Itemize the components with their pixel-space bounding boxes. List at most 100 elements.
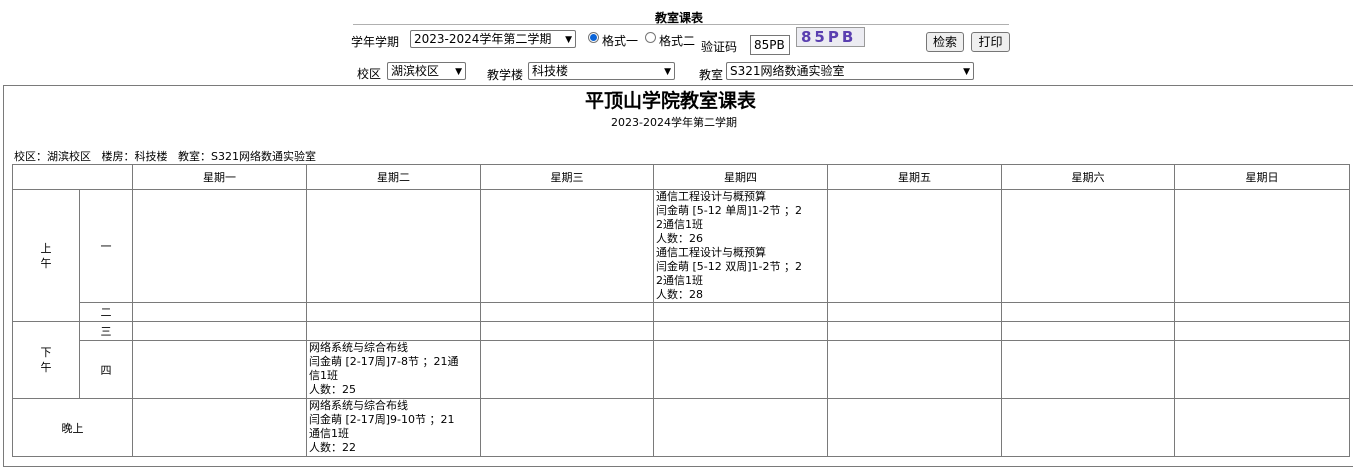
evening-label: 晚上 (12, 398, 133, 457)
schedule-cell (132, 189, 307, 303)
schedule-cell: 网络系统与综合布线 闫金萌 [2-17周]7-8节 ；21通 信1班 人数：25 (306, 340, 481, 399)
day-header: 星期四 (653, 164, 828, 190)
building-select-value: 科技楼 (532, 64, 569, 78)
course-class: 通信1班 (309, 427, 349, 440)
schedule-cell (480, 398, 654, 457)
course-detail: 闫金萌 [2-17周]9-10节 ；21 (309, 413, 455, 426)
campus-select-value: 湖滨校区 (391, 64, 440, 78)
day-header: 星期六 (1001, 164, 1175, 190)
schedule-cell (1174, 321, 1350, 341)
schedule-cell (132, 302, 307, 322)
course-count: 人数：28 (656, 288, 703, 301)
corner-cell (12, 164, 133, 190)
day-header: 星期五 (827, 164, 1002, 190)
room-select[interactable]: S321网络数通实验室 ▼ (726, 62, 974, 80)
table-row: 下午 三 (12, 321, 1350, 399)
course-entry: 网络系统与综合布线 闫金萌 [2-17周]7-8节 ；21通 信1班 人数：25 (309, 342, 480, 398)
course-class: 2通信1班 (656, 274, 703, 287)
course-count: 人数：25 (309, 383, 356, 396)
captcha-image-text: 85PB (801, 28, 857, 46)
report-info: 校区：湖滨校区 楼房：科技楼 教室：S321网络数通实验室 (14, 150, 316, 163)
schedule-cell (132, 340, 307, 399)
schedule-cell (306, 321, 481, 341)
schedule-cell (653, 321, 828, 341)
schedule-cell (1174, 189, 1350, 303)
course-detail: 闫金萌 [5-12 双周]1-2节 ；2 (656, 260, 803, 273)
schedule-cell (653, 340, 828, 399)
schedule-cell (1001, 302, 1175, 322)
room-label: 教室 (699, 68, 724, 82)
course-name: 通信工程设计与概预算 (656, 246, 766, 259)
day-header: 星期一 (132, 164, 307, 190)
schedule-cell (1001, 189, 1175, 303)
course-name: 通信工程设计与概预算 (656, 190, 766, 204)
course-class: 信1班 (309, 369, 338, 382)
building-label: 教学楼 (487, 68, 524, 82)
chevron-down-icon: ▼ (455, 67, 462, 77)
schedule-table: 星期一 星期二 星期三 星期四 星期五 星期六 星期日 上午 一 通信工程设计与… (12, 164, 1350, 457)
schedule-cell (480, 340, 654, 399)
report-title: 平顶山学院教室课表 (585, 90, 757, 112)
campus-select[interactable]: 湖滨校区 ▼ (387, 62, 466, 80)
morning-label: 上午 (12, 189, 80, 322)
period-label: 二 (79, 302, 133, 322)
schedule-cell (306, 189, 481, 303)
chevron-down-icon: ▼ (664, 67, 671, 77)
schedule-cell (480, 302, 654, 322)
term-select[interactable]: 2023-2024学年第二学期 ▼ (410, 30, 576, 48)
format1-label: 格式一 (602, 34, 639, 48)
table-row: 晚上 网络系统与综合布线 闫金萌 [2-17周]9-10节 ；21 通信1班 人… (12, 398, 1350, 457)
term-label: 学年学期 (351, 35, 400, 49)
table-row: 上午 一 通信工程设计与概预算 闫金萌 [5-12 单周]1-2节 ；2 2通信… (12, 189, 1350, 322)
schedule-cell: 网络系统与综合布线 闫金萌 [2-17周]9-10节 ；21 通信1班 人数：2… (306, 398, 481, 457)
schedule-cell (1174, 302, 1350, 322)
schedule-cell (1174, 340, 1350, 399)
schedule-cell (480, 321, 654, 341)
table-header-row: 星期一 星期二 星期三 星期四 星期五 星期六 星期日 (12, 164, 1350, 190)
format1-radio[interactable] (588, 32, 599, 43)
schedule-cell (1001, 398, 1175, 457)
schedule-cell (827, 398, 1002, 457)
format2-label: 格式二 (659, 34, 696, 48)
schedule-cell (1174, 398, 1350, 457)
schedule-cell: 通信工程设计与概预算 闫金萌 [5-12 单周]1-2节 ；2 2通信1班 人数… (653, 189, 828, 303)
chevron-down-icon: ▼ (565, 35, 572, 45)
schedule-cell (653, 398, 828, 457)
day-header: 星期日 (1174, 164, 1350, 190)
schedule-cell (827, 321, 1002, 341)
period-label: 一 (79, 189, 133, 303)
course-class: 2通信1班 (656, 218, 703, 231)
period-label: 四 (79, 340, 133, 399)
schedule-cell (132, 321, 307, 341)
day-header: 星期二 (306, 164, 481, 190)
campus-label: 校区 (357, 67, 382, 81)
captcha-label: 验证码 (701, 40, 738, 54)
format2-radio[interactable] (645, 32, 656, 43)
schedule-cell (1001, 321, 1175, 341)
schedule-cell (653, 302, 828, 322)
schedule-cell (1001, 340, 1175, 399)
day-header: 星期三 (480, 164, 654, 190)
course-count: 人数：26 (656, 232, 703, 245)
schedule-cell (306, 302, 481, 322)
term-select-value: 2023-2024学年第二学期 (414, 32, 552, 46)
schedule-cell (480, 189, 654, 303)
report-term: 2023-2024学年第二学期 (611, 116, 737, 129)
afternoon-label: 下午 (12, 321, 80, 399)
course-detail: 闫金萌 [5-12 单周]1-2节 ；2 (656, 204, 803, 217)
chevron-down-icon: ▼ (963, 67, 970, 77)
course-entry: 通信工程设计与概预算 闫金萌 [5-12 单周]1-2节 ；2 2通信1班 人数… (656, 190, 827, 247)
schedule-cell (132, 398, 307, 457)
schedule-cell (827, 340, 1002, 399)
course-detail: 闫金萌 [2-17周]7-8节 ；21通 (309, 355, 459, 368)
search-button[interactable]: 检索 (926, 32, 964, 52)
building-select[interactable]: 科技楼 ▼ (528, 62, 675, 80)
course-entry: 通信工程设计与概预算 闫金萌 [5-12 双周]1-2节 ；2 2通信1班 人数… (656, 246, 827, 302)
print-button[interactable]: 打印 (971, 32, 1010, 52)
captcha-image[interactable]: 85PB (796, 27, 865, 47)
course-name: 网络系统与综合布线 (309, 399, 408, 413)
captcha-input[interactable]: 85PB (750, 35, 790, 55)
header-divider (353, 24, 1009, 25)
schedule-cell (827, 302, 1002, 322)
table-row: 二 (13, 302, 1350, 322)
